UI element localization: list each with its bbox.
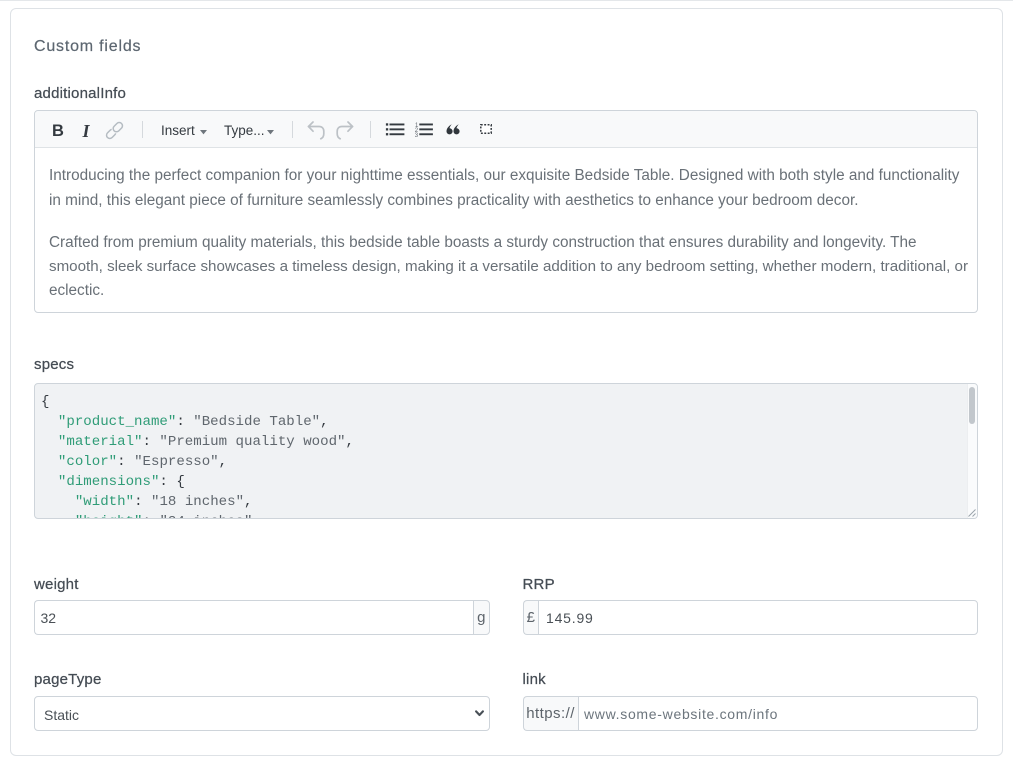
- svg-text:3: 3: [415, 132, 419, 137]
